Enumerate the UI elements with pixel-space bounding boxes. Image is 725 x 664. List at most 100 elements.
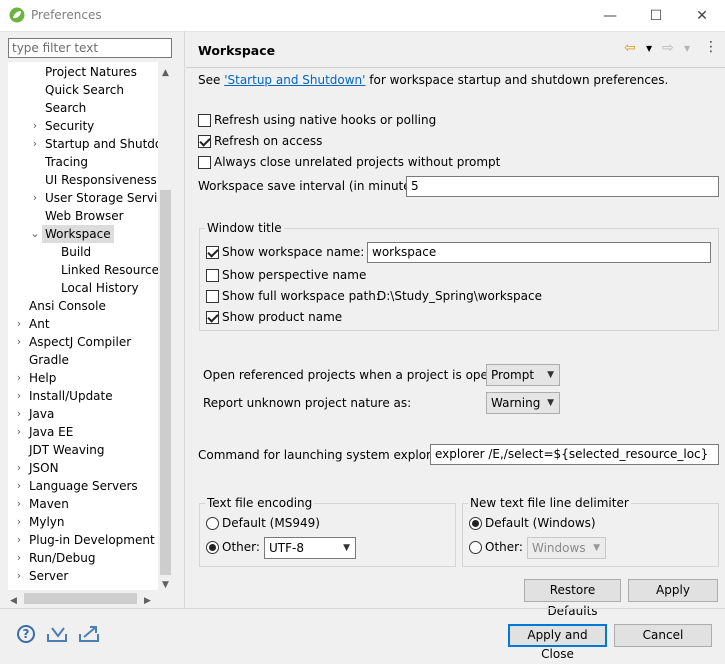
apply-and-close-button[interactable]: Apply and Close [508, 624, 607, 661]
show-product-checkbox[interactable] [206, 311, 219, 324]
filter-box[interactable] [8, 38, 172, 58]
delimiter-select[interactable]: Windows ▼ [527, 537, 606, 559]
cancel-button[interactable]: Cancel [614, 624, 712, 647]
scroll-up-icon[interactable]: ▲ [158, 64, 173, 78]
tree-item[interactable]: Local History [61, 279, 139, 297]
collapsed-chevron-icon[interactable]: › [14, 549, 24, 567]
expanded-chevron-icon[interactable]: ⌄ [30, 225, 40, 243]
collapsed-chevron-icon[interactable]: › [14, 531, 24, 549]
back-arrow-icon[interactable]: ⇦ [624, 40, 636, 56]
tree-vertical-scroll-thumb[interactable] [160, 190, 171, 575]
unknown-nature-select[interactable]: Warning ▼ [486, 392, 560, 414]
refresh-native-checkbox[interactable] [198, 114, 211, 127]
scroll-left-icon[interactable]: ◀ [10, 592, 17, 606]
close-icon: ✕ [696, 7, 708, 24]
tree-item[interactable]: Search [45, 99, 86, 117]
show-ws-name-checkbox[interactable] [206, 246, 219, 259]
collapsed-chevron-icon[interactable]: › [30, 135, 40, 153]
enc-default-radio[interactable] [206, 517, 219, 530]
tree-item[interactable]: Maven [29, 495, 69, 513]
always-close-checkbox[interactable] [198, 156, 211, 169]
tree-item[interactable]: Linked Resources [61, 261, 165, 279]
restore-defaults-button[interactable]: Restore Defaults [524, 579, 621, 618]
tree-item[interactable]: Server [29, 567, 68, 585]
forward-menu-chevron-icon[interactable]: ▼ [684, 44, 690, 53]
tree-item[interactable]: Help [29, 369, 56, 387]
filter-input[interactable] [12, 40, 170, 56]
collapsed-chevron-icon[interactable]: › [14, 315, 24, 333]
open-ref-select[interactable]: Prompt ▼ [486, 364, 560, 386]
tree-item[interactable]: Build [61, 243, 91, 261]
header-separator [186, 67, 725, 68]
tree-item[interactable]: Gradle [29, 351, 69, 369]
startup-shutdown-link[interactable]: 'Startup and Shutdown' [224, 73, 365, 87]
collapsed-chevron-icon[interactable]: › [30, 189, 40, 207]
tree-item[interactable]: Plug-in Development [29, 531, 155, 549]
delim-other-radio[interactable] [469, 541, 482, 554]
show-full-path-checkbox[interactable] [206, 290, 219, 303]
minimize-icon: — [603, 7, 617, 24]
preference-tree[interactable]: Project Natures Quick Search Search › Securi… [8, 62, 173, 590]
enc-default-label: Default (MS949) [222, 516, 320, 530]
open-ref-value: Prompt [491, 368, 535, 382]
collapsed-chevron-icon[interactable]: › [14, 477, 24, 495]
collapsed-chevron-icon[interactable]: › [14, 369, 24, 387]
refresh-access-checkbox[interactable] [198, 135, 211, 148]
pane-divider[interactable] [184, 31, 185, 608]
collapsed-chevron-icon[interactable]: › [14, 567, 24, 585]
tree-horizontal-scroll-thumb[interactable] [24, 593, 137, 604]
minimize-button[interactable]: — [587, 0, 633, 31]
scroll-down-icon[interactable]: ▼ [158, 576, 173, 590]
encoding-value: UTF-8 [269, 541, 304, 555]
tree-item[interactable]: UI Responsiveness M [45, 171, 171, 189]
tree-item[interactable]: Run/Debug [29, 549, 96, 567]
tree-item[interactable]: Install/Update [29, 387, 113, 405]
collapsed-chevron-icon[interactable]: › [14, 423, 24, 441]
scroll-right-icon[interactable]: ▶ [144, 592, 151, 606]
tree-item[interactable]: Workspace [42, 225, 114, 243]
tree-item[interactable]: Project Natures [45, 63, 137, 81]
collapsed-chevron-icon[interactable]: › [14, 459, 24, 477]
tree-item[interactable]: Quick Search [45, 81, 124, 99]
tree-item[interactable]: Security [45, 117, 94, 135]
forward-arrow-icon[interactable]: ⇨ [662, 40, 674, 56]
view-menu-icon[interactable]: ⋮ [704, 39, 718, 55]
chevron-down-icon: ▼ [547, 398, 554, 408]
tree-item[interactable]: Language Servers [29, 477, 138, 495]
back-menu-chevron-icon[interactable]: ▼ [646, 44, 652, 53]
collapsed-chevron-icon[interactable]: › [14, 495, 24, 513]
tree-item[interactable]: Ansi Console [29, 297, 106, 315]
import-icon[interactable] [46, 624, 70, 644]
window-title-group-label: Window title [205, 221, 284, 235]
tree-item[interactable]: Tracing [45, 153, 88, 171]
tree-item[interactable]: Web Browser [45, 207, 124, 225]
apply-button[interactable]: Apply [628, 579, 718, 602]
delim-default-radio[interactable] [469, 517, 482, 530]
enc-other-radio[interactable] [206, 541, 219, 554]
ws-name-field[interactable]: workspace [367, 242, 711, 263]
collapsed-chevron-icon[interactable]: › [30, 117, 40, 135]
save-interval-field[interactable]: 5 [406, 176, 719, 197]
encoding-select[interactable]: UTF-8 ▼ [264, 537, 356, 559]
collapsed-chevron-icon[interactable]: › [14, 405, 24, 423]
show-perspective-checkbox[interactable] [206, 269, 219, 282]
collapsed-chevron-icon[interactable]: › [14, 387, 24, 405]
help-icon[interactable]: ? [17, 625, 35, 643]
tree-item[interactable]: User Storage Service [45, 189, 171, 207]
export-icon[interactable] [78, 624, 102, 644]
tree-item[interactable]: JDT Weaving [29, 441, 104, 459]
tree-item[interactable]: Java [29, 405, 54, 423]
tree-item[interactable]: Mylyn [29, 513, 65, 531]
explorer-command-field[interactable]: explorer /E,/select=${selected_resource_… [430, 444, 719, 465]
footer-separator [0, 608, 725, 609]
tree-item[interactable]: JSON [29, 459, 59, 477]
collapsed-chevron-icon[interactable]: › [14, 513, 24, 531]
tree-item[interactable]: AspectJ Compiler [29, 333, 131, 351]
collapsed-chevron-icon[interactable]: › [14, 333, 24, 351]
maximize-button[interactable]: ☐ [633, 0, 679, 31]
tree-item[interactable]: Ant [29, 315, 50, 333]
tree-item[interactable]: Startup and Shutdow [45, 135, 172, 153]
encoding-group-label: Text file encoding [205, 496, 315, 510]
close-button[interactable]: ✕ [679, 0, 725, 31]
tree-item[interactable]: Java EE [29, 423, 73, 441]
